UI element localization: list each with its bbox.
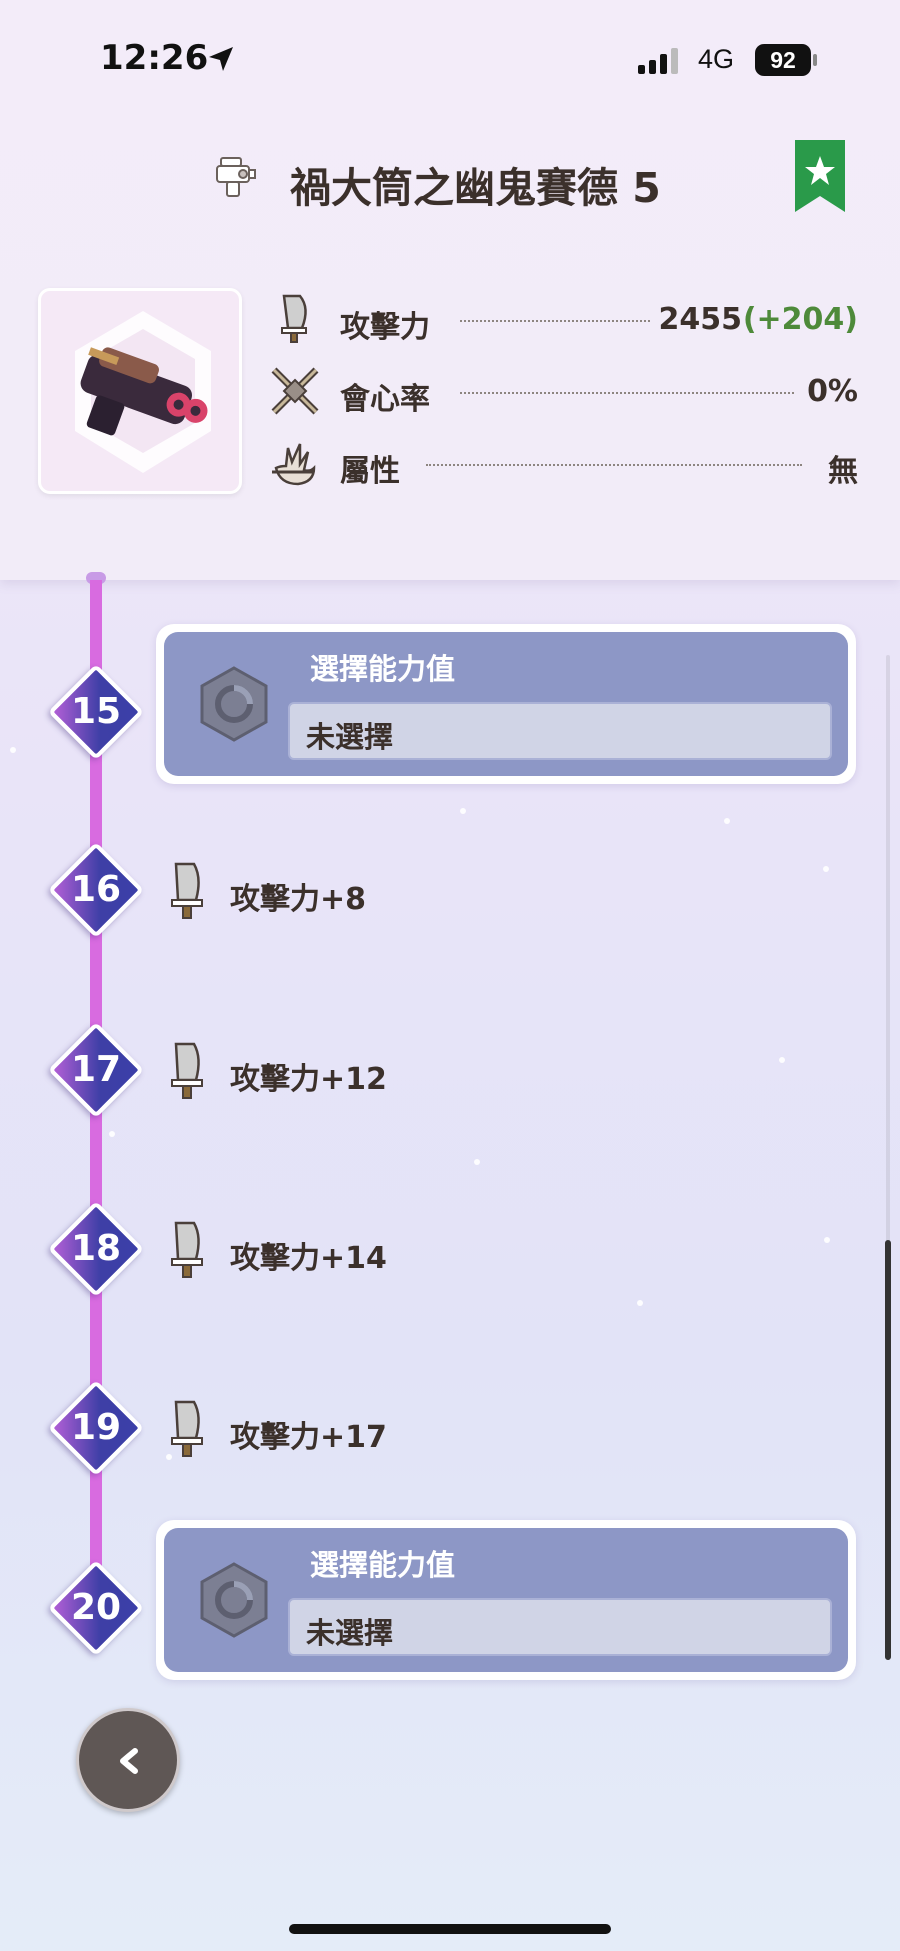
cellular-signal-icon [638,48,678,74]
network-type: 4G [698,44,735,74]
stat-element: 屬性 無 [270,438,860,489]
selection-field[interactable]: 未選擇 [288,1598,832,1656]
bonus-text: 攻擊力+14 [230,1241,387,1276]
attack-blade-icon [171,1221,203,1278]
level-node: 17 [47,1021,145,1119]
selection-field[interactable]: 未選擇 [288,702,832,760]
level-number: 15 [70,691,122,732]
ability-hex-icon [200,1562,268,1638]
stat-bonus: (+204) [742,302,858,337]
level-node: 15 [47,663,145,761]
selection-heading: 選擇能力值 [310,1548,456,1582]
stat-label: 會心率 [340,382,430,417]
stat-label: 攻擊力 [340,310,430,345]
battery-icon: 92 [755,44,817,76]
attack-blade-icon [281,294,307,343]
stat-value: 0% [807,374,858,409]
back-button[interactable] [76,1708,180,1812]
level-node: 20 [47,1559,145,1657]
stat-value: 無 [828,454,858,489]
attack-blade-icon [171,1042,203,1099]
bonus-text: 攻擊力+17 [230,1420,387,1455]
stat-attack: 攻擊力 2455 (+204) [270,294,860,345]
attack-blade-icon [171,862,203,919]
bonus-text: 攻擊力+12 [230,1062,387,1097]
ability-hex-icon [200,666,268,742]
status-time: 12:26 [100,38,209,78]
heavy-bowgun-icon [216,157,256,197]
scrollbar[interactable] [885,1240,891,1660]
weapon-image [38,288,242,494]
stat-value: 2455 [658,302,743,337]
level-number: 17 [70,1049,122,1090]
bonus-text: 攻擊力+8 [230,882,367,917]
selection-heading: 選擇能力值 [310,652,456,686]
chevron-left-icon [120,1748,138,1774]
weapon-header: 12:26 4G 92 禍大筒之幽鬼賽德 5 攻擊力 2455 (+204) 會… [0,0,900,580]
affinity-icon [271,367,319,415]
stat-label: 屬性 [340,454,400,489]
level-number: 20 [70,1587,122,1628]
level-number: 16 [70,869,122,910]
location-arrow-icon [209,47,233,71]
star-bookmark-icon[interactable] [795,140,845,212]
page-title: 禍大筒之幽鬼賽德 5 [290,164,661,212]
selection-value: 未選擇 [306,1616,394,1650]
stat-selection-card[interactable]: 選擇能力值 未選擇 [156,1520,856,1680]
battery-level: 92 [755,44,811,76]
status-bar: 12:26 4G 92 [0,0,900,120]
stat-affinity: 會心率 0% [270,366,860,417]
selection-value: 未選擇 [306,720,394,754]
home-indicator[interactable] [289,1924,611,1934]
level-node: 18 [47,1200,145,1298]
level-number: 18 [70,1228,122,1269]
level-number: 19 [70,1407,122,1448]
level-node: 16 [47,841,145,939]
attack-blade-icon [171,1400,203,1457]
stat-selection-card[interactable]: 選擇能力值 未選擇 [156,624,856,784]
level-node: 19 [47,1379,145,1477]
title-row: 禍大筒之幽鬼賽德 5 [0,148,900,212]
element-claw-icon [272,443,316,486]
